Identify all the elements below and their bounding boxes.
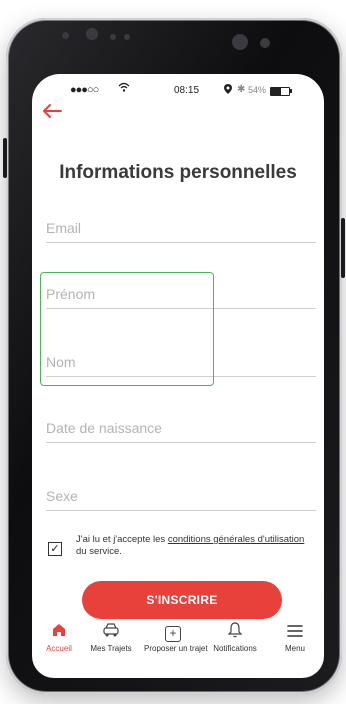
page-title: Informations personnelles [59, 162, 297, 183]
battery-icon [270, 87, 290, 96]
hamburger-icon [266, 622, 324, 644]
terms-suffix: du service. [76, 546, 122, 557]
tab-label: Proposer un trajet [144, 644, 208, 653]
battery-fill [271, 88, 281, 95]
sexe-field[interactable] [46, 488, 316, 511]
birthdate-field-wrapper [46, 420, 316, 443]
email-field[interactable] [46, 220, 316, 243]
car-icon [82, 622, 140, 644]
tab-label: Notifications [213, 644, 257, 653]
sexe-field-wrapper [46, 488, 316, 511]
bluetooth-icon: ✱ [237, 84, 246, 95]
tab-proposer-trajet[interactable]: + Proposer un trajet [144, 622, 208, 653]
status-bar: ●●●○○ 08:15 ✱ 54% [32, 82, 324, 98]
tab-label: Mes Trajets [90, 644, 132, 653]
plus-box-icon: + [144, 622, 202, 644]
tab-menu[interactable]: Menu [266, 622, 324, 653]
tab-label: Accueil [46, 644, 72, 653]
wifi-icon [118, 82, 130, 95]
location-icon [224, 84, 232, 97]
app-screen: ●●●○○ 08:15 ✱ 54% Informations personnel… [32, 74, 324, 678]
battery-tip [290, 89, 292, 93]
signal-indicator: ●●●○○ [70, 84, 99, 96]
email-field-wrapper [46, 220, 316, 243]
side-button [3, 138, 7, 178]
terms-text: J'ai lu et j'accepte les conditions géné… [76, 534, 316, 558]
phone-frame: ●●●○○ 08:15 ✱ 54% Informations personnel… [3, 18, 345, 694]
tab-notifications[interactable]: Notifications [206, 622, 264, 653]
terms-row: ✓ J'ai lu et j'accepte les conditions gé… [46, 534, 316, 574]
camera-sensor [110, 34, 116, 40]
name-fields-highlight [40, 272, 214, 386]
signup-button[interactable]: S'INSCRIRE [82, 581, 282, 619]
camera-sensor [232, 34, 248, 50]
battery-percent: 54% [248, 85, 267, 95]
terms-checkbox[interactable]: ✓ [48, 542, 62, 556]
camera-sensor [124, 34, 130, 40]
status-time: 08:15 [174, 85, 200, 96]
camera-sensor [62, 32, 69, 39]
birthdate-field[interactable] [46, 420, 316, 443]
home-icon [32, 622, 88, 644]
terms-prefix: J'ai lu et j'accepte les [76, 534, 168, 545]
bell-icon [206, 622, 264, 644]
side-button [341, 218, 345, 278]
check-icon: ✓ [50, 543, 60, 555]
terms-link[interactable]: conditions générales d'utilisation [168, 534, 304, 545]
camera-sensor [86, 28, 98, 40]
tab-label: Menu [284, 644, 305, 653]
tab-accueil[interactable]: Accueil [32, 622, 88, 653]
camera-sensor [260, 38, 270, 48]
tab-mes-trajets[interactable]: Mes Trajets [82, 622, 140, 653]
back-arrow-icon[interactable] [42, 100, 62, 122]
bottom-tab-bar: Accueil Mes Trajets + Proposer un trajet… [32, 622, 324, 678]
